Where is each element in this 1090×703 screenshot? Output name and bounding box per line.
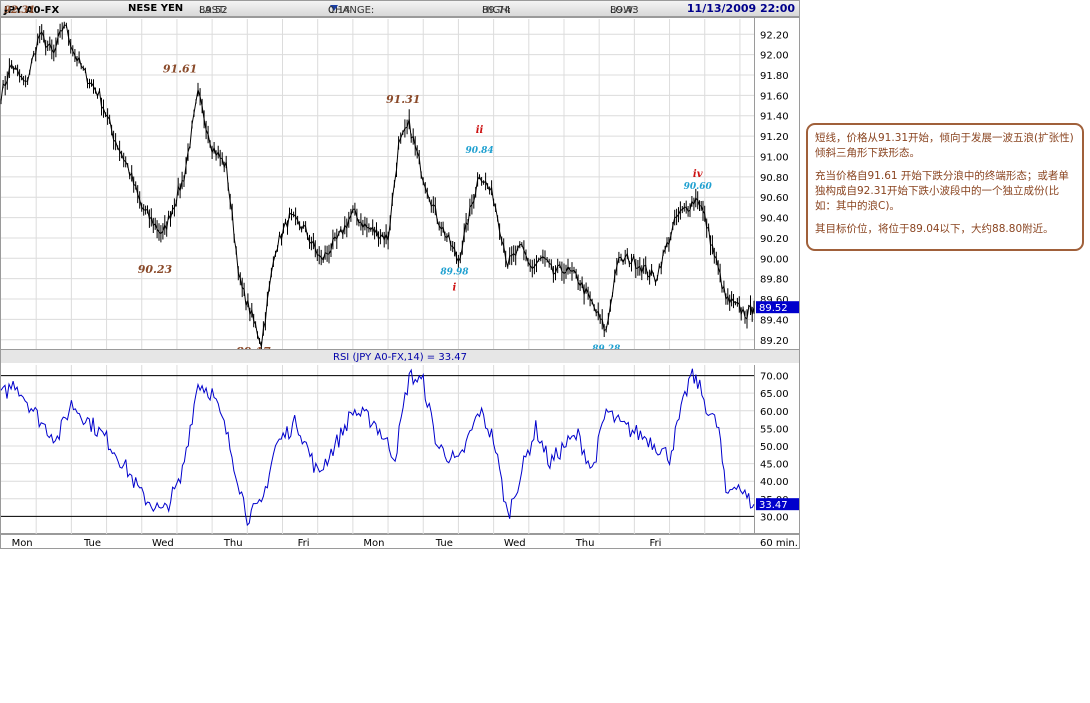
time-axis-frame: [0, 534, 800, 549]
wave-label: 90.23: [138, 263, 173, 276]
last-rsi-label: 33.47: [759, 500, 788, 511]
rsi-tick-label: 65.00: [760, 389, 789, 400]
price-tick-label: 89.80: [760, 275, 789, 286]
wave-label: 91.31: [386, 93, 420, 106]
day-tick-label: Mon: [12, 538, 33, 549]
rsi-tick-label: 45.00: [760, 460, 789, 471]
price-tick-label: 90.20: [760, 234, 789, 245]
rsi-tick-label: 30.00: [760, 512, 789, 523]
instrument-name: NESE YEN: [128, 3, 184, 14]
wave-label: 90.84: [465, 146, 493, 156]
rsi-tick-label: 50.00: [760, 442, 789, 453]
last-value: 89.52: [199, 5, 228, 16]
chart-datetime: 11/13/2009 22:00: [686, 2, 795, 15]
note-paragraph: 短线，价格从91.31开始，倾向于发展一波五浪(扩张性)倾斜三角形下跌形态。: [815, 132, 1074, 159]
price-tick-label: 91.00: [760, 152, 789, 163]
rsi-tick-label: 40.00: [760, 477, 789, 488]
price-tick-label: 91.40: [760, 112, 789, 123]
day-tick-label: Wed: [504, 538, 526, 549]
wave-label: iv: [693, 169, 703, 180]
price-tick-label: 90.80: [760, 173, 789, 184]
note-paragraph: 其目标价位，将位于89.04以下，大约88.80附近。: [815, 223, 1054, 235]
price-tick-label: 90.40: [760, 214, 789, 225]
price-tick-label: 91.80: [760, 71, 789, 82]
wave-label: 91.61: [163, 62, 197, 75]
rsi-tick-label: 70.00: [760, 372, 789, 383]
price-tick-label: 92.20: [760, 30, 789, 41]
wave-label: ii: [476, 125, 484, 136]
note-paragraph: 充当价格自91.61 开始下跌分浪中的终端形态；或者单独构成自92.31开始下跌…: [815, 170, 1069, 212]
price-tick-label: 89.40: [760, 315, 789, 326]
wave-label: i: [453, 282, 457, 293]
high-value: 89.74: [482, 5, 511, 16]
wave-label: 90.60: [684, 182, 713, 192]
price-tick-label: 91.60: [760, 91, 789, 102]
price-tick-label: 91.20: [760, 132, 789, 143]
day-tick-label: Tue: [83, 538, 101, 549]
time-axis: Mon Tue Wed Thu Fri Mon Tue Wed Thu Fri 60 min.: [0, 534, 800, 549]
price-tick-label: 89.20: [760, 336, 789, 347]
price-tick-label: 90.60: [760, 193, 789, 204]
quote-header: JPY A0-FX - 92.31 NESE YEN LAST: 89.52 C…: [0, 0, 800, 17]
rsi-tick-label: 60.00: [760, 407, 789, 418]
day-tick-label: Fri: [650, 538, 662, 549]
price-chart: 92.20 92.00 91.80 91.60 91.40 91.20 91.00 90.80…: [0, 17, 800, 549]
rsi-panel: RSI (JPY A0-FX,14) = 33.47 70.00 65.00 60.0…: [0, 349, 800, 534]
day-tick-label: Wed: [152, 538, 174, 549]
rsi-tick-label: 55.00: [760, 424, 789, 435]
analysis-note: 短线，价格从91.31开始，倾向于发展一波五浪(扩张性)倾斜三角形下跌形态。 充…: [806, 123, 1084, 251]
price-tick-label: 90.00: [760, 254, 789, 265]
price-tick-label: 92.00: [760, 51, 789, 62]
interval-label: 60 min.: [760, 538, 798, 549]
wave-label: 89.98: [440, 267, 469, 277]
day-tick-label: Fri: [298, 538, 310, 549]
top-tick-label: 92.31: [4, 5, 36, 16]
last-price-label: 89.52: [759, 303, 788, 314]
change-value: 0.14: [328, 5, 351, 16]
price-panel: 92.20 92.00 91.80 91.60 91.40 91.20 91.00 90.80…: [0, 17, 800, 371]
rsi-panel-frame: [0, 349, 800, 534]
rsi-title: RSI (JPY A0-FX,14) = 33.47: [333, 352, 467, 363]
day-tick-label: Tue: [435, 538, 453, 549]
day-tick-label: Thu: [575, 538, 595, 549]
day-tick-label: Thu: [223, 538, 243, 549]
day-tick-label: Mon: [363, 538, 384, 549]
price-panel-frame: [0, 17, 800, 354]
low-value: 89.43: [610, 5, 639, 16]
